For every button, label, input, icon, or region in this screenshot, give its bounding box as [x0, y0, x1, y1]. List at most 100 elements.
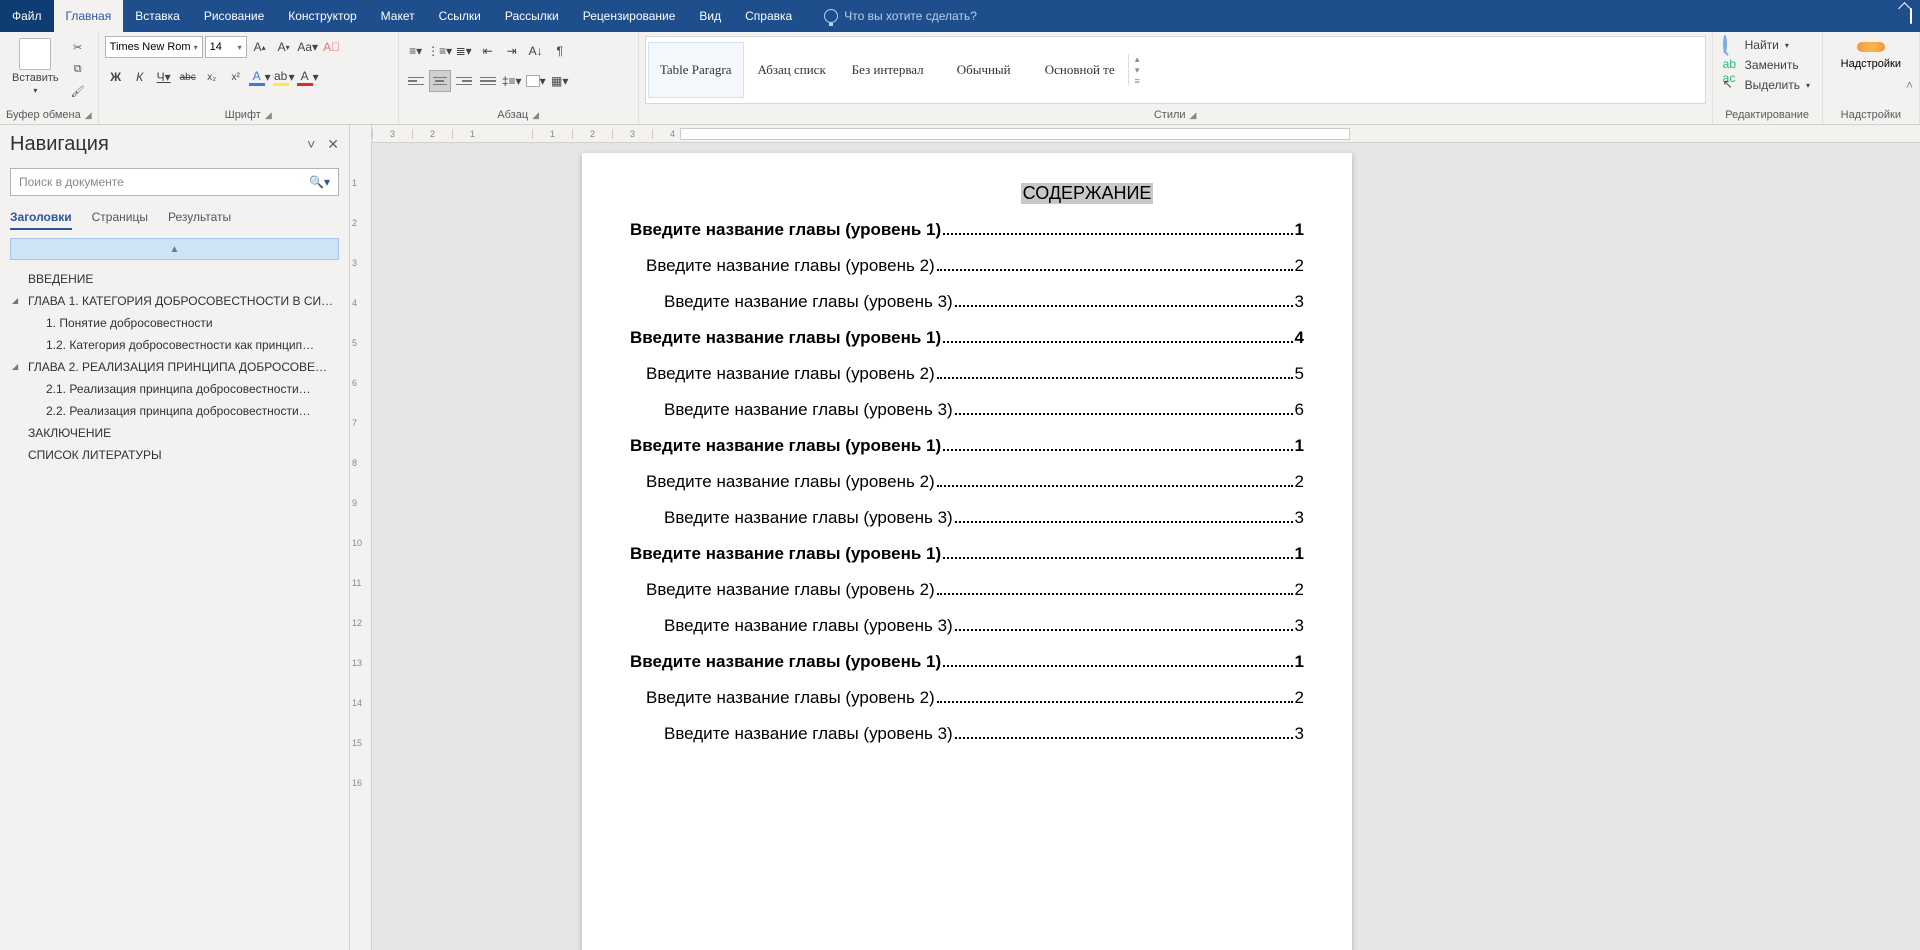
share-button[interactable] — [1910, 9, 1912, 23]
nav-heading-node[interactable]: ЗАКЛЮЧЕНИЕ — [10, 422, 339, 444]
menu-tab-рецензирование[interactable]: Рецензирование — [571, 0, 688, 32]
menu-tab-ссылки[interactable]: Ссылки — [427, 0, 493, 32]
dialog-launcher-icon[interactable]: ◢ — [265, 110, 272, 121]
menu-tab-вид[interactable]: Вид — [687, 0, 733, 32]
sort-button[interactable]: A↓ — [525, 40, 547, 62]
style-item[interactable]: Абзац списк — [744, 42, 840, 98]
style-item[interactable]: Основной те — [1032, 42, 1128, 98]
page[interactable]: СОДЕРЖАНИЕ Введите название главы (урове… — [582, 153, 1352, 950]
styles-scroll-button[interactable]: ≡ — [1129, 76, 1146, 86]
toc-entry[interactable]: Введите название главы (уровень 2)2 — [630, 472, 1304, 492]
align-center-button[interactable] — [429, 70, 451, 92]
toc-entry[interactable]: Введите название главы (уровень 1)1 — [630, 544, 1304, 564]
italic-button[interactable]: К — [129, 66, 151, 88]
borders-button[interactable]: ▦▾ — [549, 70, 571, 92]
align-right-button[interactable] — [453, 70, 475, 92]
tell-me-search[interactable]: Что вы хотите сделать? — [824, 9, 977, 23]
nav-heading-node[interactable]: ГЛАВА 2. РЕАЛИЗАЦИЯ ПРИНЦИПА ДОБРОСОВЕ… — [10, 356, 339, 378]
toc-entry[interactable]: Введите название главы (уровень 3)3 — [630, 292, 1304, 312]
nav-tab-2[interactable]: Результаты — [168, 210, 231, 230]
nav-heading-node[interactable]: 2.2. Реализация принципа добросовестност… — [10, 400, 339, 422]
numbering-button[interactable]: ⋮≡▾ — [429, 40, 451, 62]
menu-tab-справка[interactable]: Справка — [733, 0, 804, 32]
show-marks-button[interactable]: ¶ — [549, 40, 571, 62]
subscript-button[interactable]: x₂ — [201, 66, 223, 88]
toc-entry[interactable]: Введите название главы (уровень 2)2 — [630, 688, 1304, 708]
vertical-ruler[interactable]: 12345678910111213141516 — [350, 125, 372, 950]
strikethrough-button[interactable]: abc — [177, 66, 199, 88]
menu-tab-макет[interactable]: Макет — [369, 0, 427, 32]
underline-button[interactable]: Ч▾ — [153, 66, 175, 88]
menu-tab-рассылки[interactable]: Рассылки — [493, 0, 571, 32]
toc-entry[interactable]: Введите название главы (уровень 2)5 — [630, 364, 1304, 384]
format-painter-button[interactable]: 🖌 — [69, 82, 87, 100]
style-item[interactable]: Без интервал — [840, 42, 936, 98]
styles-scroll-button[interactable]: ▴ — [1129, 54, 1146, 65]
dialog-launcher-icon[interactable]: ◢ — [532, 110, 539, 121]
grow-font-button[interactable]: A▴ — [249, 36, 271, 58]
copy-button[interactable]: ⧉ — [69, 60, 87, 78]
multilevel-list-button[interactable]: ≣▾ — [453, 40, 475, 62]
nav-heading-node[interactable]: 1.2. Категория добросовестности как прин… — [10, 334, 339, 356]
dialog-launcher-icon[interactable]: ◢ — [1190, 110, 1197, 121]
toc-entry[interactable]: Введите название главы (уровень 1)1 — [630, 652, 1304, 672]
line-spacing-button[interactable]: ‡≡▾ — [501, 70, 523, 92]
shading-button[interactable]: ▾ — [525, 70, 547, 92]
increase-indent-button[interactable]: ⇥ — [501, 40, 523, 62]
toc-entry[interactable]: Введите название главы (уровень 3)3 — [630, 724, 1304, 744]
decrease-indent-button[interactable]: ⇤ — [477, 40, 499, 62]
menu-tab-конструктор[interactable]: Конструктор — [276, 0, 368, 32]
clear-formatting-button[interactable]: A⃠ — [321, 36, 343, 58]
nav-heading-node[interactable]: 1. Понятие добросовестности — [10, 312, 339, 334]
toc-entry[interactable]: Введите название главы (уровень 1)1 — [630, 436, 1304, 456]
styles-gallery[interactable]: Table ParagraАбзац спискБез интервалОбыч… — [645, 36, 1706, 104]
find-button[interactable]: Найти ▾ — [1719, 36, 1793, 54]
align-justify-button[interactable] — [477, 70, 499, 92]
select-button[interactable]: ↖Выделить ▾ — [1719, 76, 1814, 94]
superscript-button[interactable]: x² — [225, 66, 247, 88]
toc-entry[interactable]: Введите название главы (уровень 2)2 — [630, 256, 1304, 276]
cut-button[interactable]: ✂ — [69, 38, 87, 56]
nav-heading-node[interactable]: СПИСОК ЛИТЕРАТУРЫ — [10, 444, 339, 466]
menu-tab-вставка[interactable]: Вставка — [123, 0, 192, 32]
change-case-button[interactable]: Aa▾ — [297, 36, 319, 58]
nav-heading-node[interactable]: ВВЕДЕНИЕ — [10, 268, 339, 290]
style-item[interactable]: Table Paragra — [648, 42, 744, 98]
font-color-button[interactable]: A▾ — [297, 66, 319, 88]
nav-heading-node[interactable]: 2.1. Реализация принципа добросовестност… — [10, 378, 339, 400]
collapse-ribbon-button[interactable]: ˄ — [1906, 78, 1913, 92]
style-item[interactable]: Обычный — [936, 42, 1032, 98]
shrink-font-button[interactable]: A▾ — [273, 36, 295, 58]
nav-close-button[interactable]: ✕ — [327, 136, 339, 153]
menu-tab-файл[interactable]: Файл — [0, 0, 54, 32]
nav-jump-bar[interactable]: ▲ — [10, 238, 339, 260]
nav-search-input[interactable]: Поиск в документе 🔍▾ — [10, 168, 339, 196]
menu-tab-главная[interactable]: Главная — [54, 0, 124, 32]
addins-button[interactable]: Надстройки — [1829, 36, 1913, 76]
toc-entry[interactable]: Введите название главы (уровень 3)6 — [630, 400, 1304, 420]
styles-scroll-button[interactable]: ▾ — [1129, 65, 1146, 76]
table-of-contents[interactable]: Введите название главы (уровень 1)1 Введи… — [630, 220, 1304, 744]
horizontal-ruler[interactable]: 321123456789101112131415161718 — [372, 125, 1920, 143]
highlight-button[interactable]: ab▾ — [273, 66, 295, 88]
align-left-button[interactable] — [405, 70, 427, 92]
toc-title[interactable]: СОДЕРЖАНИЕ — [1021, 183, 1154, 204]
nav-tab-1[interactable]: Страницы — [92, 210, 148, 230]
toc-entry[interactable]: Введите название главы (уровень 2)2 — [630, 580, 1304, 600]
bold-button[interactable]: Ж — [105, 66, 127, 88]
paste-button[interactable]: Вставить ▾ — [6, 36, 65, 97]
toc-entry[interactable]: Введите название главы (уровень 3)3 — [630, 616, 1304, 636]
font-name-select[interactable]: Times New Rom▾ — [105, 36, 203, 58]
toc-entry[interactable]: Введите название главы (уровень 1)1 — [630, 220, 1304, 240]
dialog-launcher-icon[interactable]: ◢ — [85, 110, 92, 121]
text-effects-button[interactable]: A▾ — [249, 66, 271, 88]
replace-button[interactable]: abacЗаменить — [1719, 56, 1803, 74]
document-canvas[interactable]: СОДЕРЖАНИЕ Введите название главы (урове… — [372, 143, 1920, 950]
menu-tab-рисование[interactable]: Рисование — [192, 0, 276, 32]
font-size-select[interactable]: 14▾ — [205, 36, 247, 58]
nav-tab-0[interactable]: Заголовки — [10, 210, 72, 230]
bullets-button[interactable]: ≡▾ — [405, 40, 427, 62]
nav-heading-node[interactable]: ГЛАВА 1. КАТЕГОРИЯ ДОБРОСОВЕСТНОСТИ В СИ… — [10, 290, 339, 312]
nav-collapse-button[interactable]: ˅ — [307, 136, 315, 153]
toc-entry[interactable]: Введите название главы (уровень 3)3 — [630, 508, 1304, 528]
